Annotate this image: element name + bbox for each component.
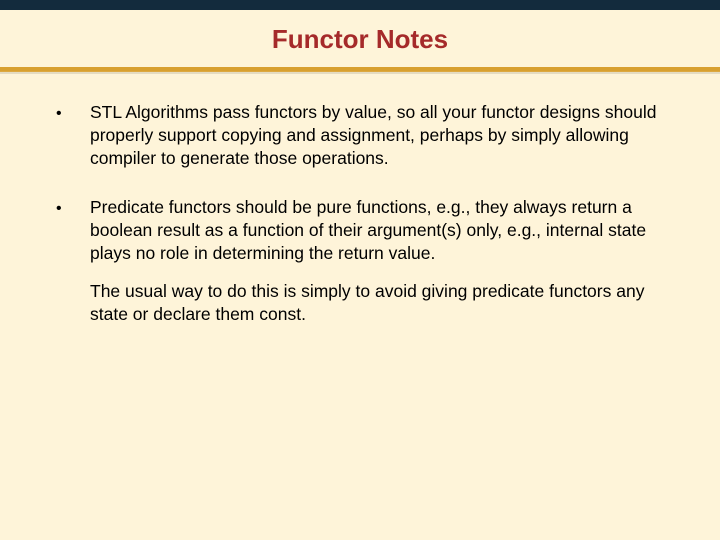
bullet-marker: • <box>56 101 90 170</box>
bullet-marker: • <box>56 196 90 265</box>
slide-body: • STL Algorithms pass functors by value,… <box>0 71 720 326</box>
bullet-text: Predicate functors should be pure functi… <box>90 196 664 265</box>
title-band: Functor Notes <box>0 0 720 71</box>
slide: Functor Notes • STL Algorithms pass func… <box>0 0 720 540</box>
list-item: • Predicate functors should be pure func… <box>56 196 664 265</box>
list-item: • STL Algorithms pass functors by value,… <box>56 101 664 170</box>
bullet-text: STL Algorithms pass functors by value, s… <box>90 101 664 170</box>
title-underline-shadow <box>0 72 720 74</box>
title-underline <box>0 67 720 71</box>
bullet-subtext: The usual way to do this is simply to av… <box>90 280 664 326</box>
page-title: Functor Notes <box>0 0 720 67</box>
